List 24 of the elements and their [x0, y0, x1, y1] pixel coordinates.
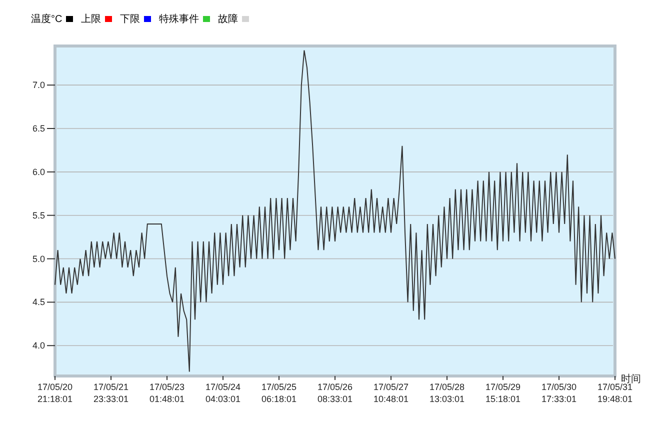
- legend-label: 下限: [120, 13, 140, 26]
- axis-label: 5.0: [32, 254, 45, 264]
- axis-label: 17/05/26 08:33:01: [317, 382, 353, 404]
- axis-label: 4.0: [32, 340, 45, 351]
- axis-label: 17/05/30 17:33:01: [541, 382, 577, 404]
- axis-label: 17/05/21 23:33:01: [93, 382, 129, 404]
- axis-title: 时间: [621, 374, 641, 385]
- axis-label: 6.0: [32, 166, 45, 177]
- legend-label: 温度°C: [31, 12, 62, 26]
- axis-label: 5.5: [32, 210, 45, 220]
- axis-label: 17/05/27 10:48:01: [373, 382, 409, 404]
- axis-label: 17/05/28 13:03:01: [429, 382, 465, 404]
- legend-label: 故障: [218, 12, 238, 26]
- axis-label: 17/05/25 06:18:01: [261, 382, 297, 404]
- axis-label: 17/05/29 15:18:01: [485, 382, 521, 404]
- legend-label: 特殊事件: [159, 12, 200, 26]
- axis-label: 17/05/24 04:03:01: [205, 382, 241, 404]
- axis-label: 17/05/23 01:48:01: [149, 382, 185, 404]
- axis-label: 7.0: [32, 80, 45, 90]
- axis-label: 4.5: [32, 297, 45, 308]
- axis-label: 6.5: [32, 124, 45, 134]
- axis-label: 17/05/20 21:18:01: [37, 382, 73, 404]
- legend-label: 上限: [81, 12, 102, 26]
- axis-label: 17/05/31 19:48:01: [597, 382, 633, 404]
